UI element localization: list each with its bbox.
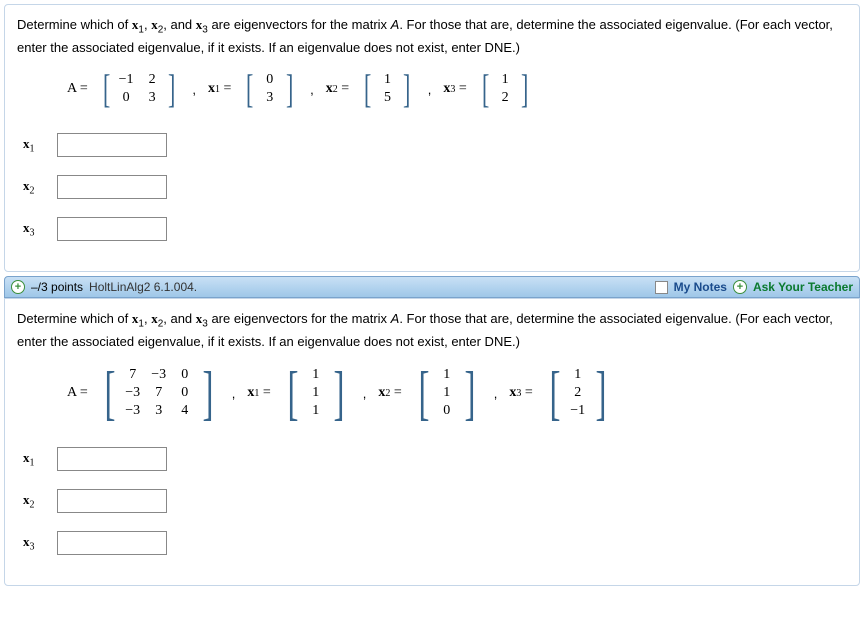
ask-teacher-link[interactable]: Ask Your Teacher <box>753 280 853 294</box>
ask-plus-icon[interactable]: + <box>733 280 747 294</box>
answer-label-x1: x1 <box>23 136 47 155</box>
question-1-answers: x1 x2 x3 <box>17 133 847 241</box>
question-2-header: + –/3 points HoltLinAlg2 6.1.004. My Not… <box>4 276 860 298</box>
points-text: –/3 points <box>31 280 83 294</box>
question-1-equation: A = [ −10 23 ] , x1 = [ 03 ] , x2 = [ 15… <box>17 63 847 115</box>
question-2-equation: A = [ 7−3−3 −373 004 ] , x1 = [ 111 ] , … <box>17 357 847 429</box>
answer-input-x2[interactable] <box>57 175 167 199</box>
vector-x1: [ 03 ] <box>243 69 296 109</box>
question-2-answers: x1 x2 x3 <box>17 447 847 555</box>
answer-input-x1[interactable] <box>57 133 167 157</box>
question-2-prompt: Determine which of x1, x2, and x3 are ei… <box>17 309 847 351</box>
answer2-input-x3[interactable] <box>57 531 167 555</box>
matrix-A2-label: A = <box>67 385 88 401</box>
expand-icon[interactable]: + <box>11 280 25 294</box>
vector-x3: [ 12 ] <box>479 69 532 109</box>
vector-x2: [ 15 ] <box>361 69 414 109</box>
source-text: HoltLinAlg2 6.1.004. <box>89 280 197 294</box>
my-notes-link[interactable]: My Notes <box>674 280 727 294</box>
x1-label: x1 = <box>208 81 231 97</box>
vector-x3-2: [ 12−1 ] <box>545 363 611 423</box>
answer2-input-x2[interactable] <box>57 489 167 513</box>
question-1-box: Determine which of x1, x2, and x3 are ei… <box>4 4 860 272</box>
answer2-input-x1[interactable] <box>57 447 167 471</box>
vector-x2-2: [ 110 ] <box>414 363 480 423</box>
matrix-A: [ −10 23 ] <box>100 69 179 109</box>
my-notes-checkbox[interactable] <box>655 281 668 294</box>
x1-2-label: x1 = <box>247 385 270 401</box>
x2-label: x2 = <box>326 81 349 97</box>
answer2-label-x3: x3 <box>23 534 47 553</box>
matrix-A-label: A = <box>67 81 88 97</box>
question-2-box: Determine which of x1, x2, and x3 are ei… <box>4 298 860 586</box>
answer2-label-x1: x1 <box>23 450 47 469</box>
x3-2-label: x3 = <box>509 385 532 401</box>
x2-2-label: x2 = <box>378 385 401 401</box>
answer-input-x3[interactable] <box>57 217 167 241</box>
question-1-prompt: Determine which of x1, x2, and x3 are ei… <box>17 15 847 57</box>
vector-x1-2: [ 111 ] <box>283 363 349 423</box>
x3-label: x3 = <box>443 81 466 97</box>
matrix-A2: [ 7−3−3 −373 004 ] <box>100 363 218 423</box>
answer2-label-x2: x2 <box>23 492 47 511</box>
answer-label-x2: x2 <box>23 178 47 197</box>
answer-label-x3: x3 <box>23 220 47 239</box>
